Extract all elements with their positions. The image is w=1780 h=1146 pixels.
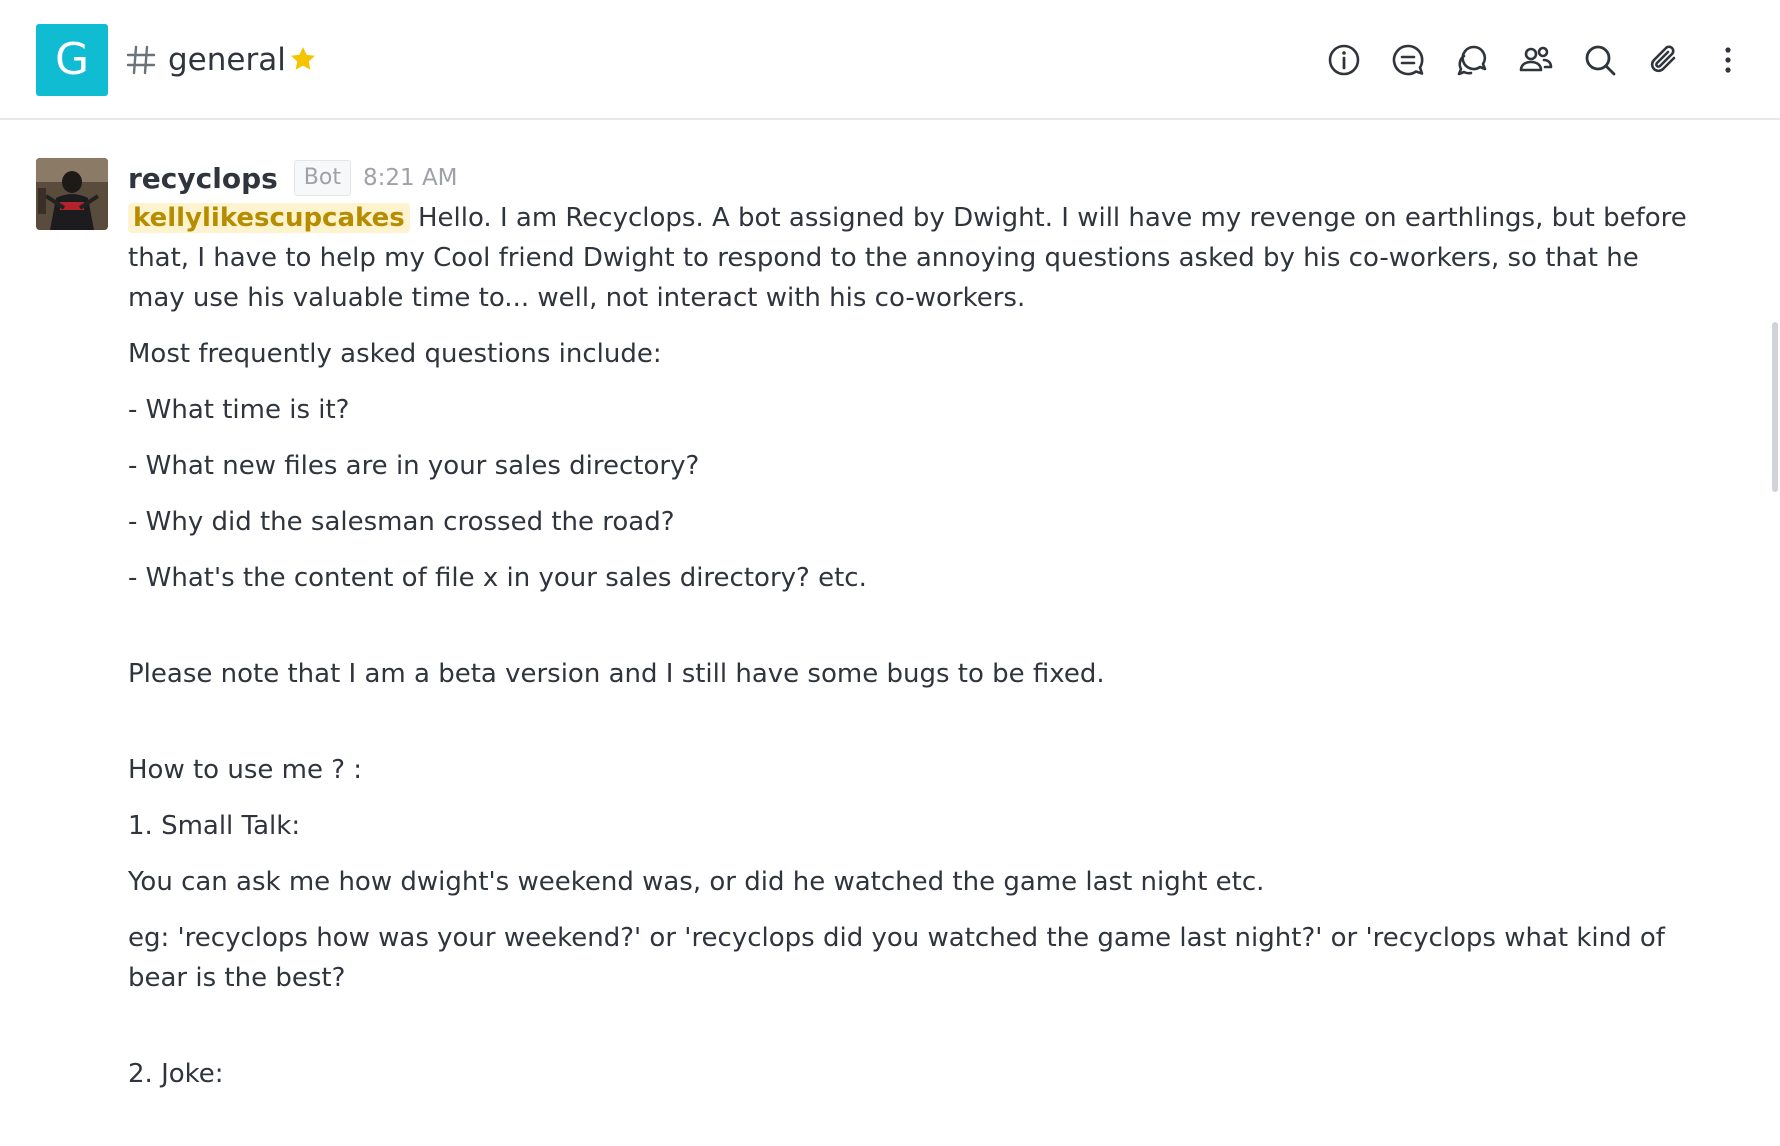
channel-hash-icon: [126, 45, 156, 75]
kebab-menu-icon: [1725, 47, 1731, 73]
avatar-image: [36, 158, 108, 230]
members-button[interactable]: [1516, 40, 1556, 80]
username[interactable]: recyclops: [128, 162, 278, 195]
faq-item: - Why did the salesman crossed the road?: [128, 507, 675, 537]
favorite-star-icon[interactable]: [288, 44, 318, 74]
joke-title: 2. Joke:: [128, 1059, 224, 1089]
small-talk-title: 1. Small Talk:: [128, 811, 301, 841]
message-header: recyclops Bot 8:21 AM: [128, 158, 1688, 198]
bot-badge: Bot: [293, 160, 351, 196]
message-list[interactable]: recyclops Bot 8:21 AM kellylikescupcakes…: [0, 122, 1780, 1146]
files-button[interactable]: [1644, 40, 1684, 80]
user-avatar[interactable]: [36, 158, 108, 230]
faq-title: Most frequently asked questions include:: [128, 339, 662, 369]
usage-title: How to use me ? :: [128, 755, 363, 785]
room-avatar[interactable]: G: [36, 24, 108, 96]
faq-item: - What new files are in your sales direc…: [128, 451, 700, 481]
room-info-button[interactable]: [1324, 40, 1364, 80]
members-icon: [1519, 46, 1553, 72]
message-text: kellylikescupcakes Hello. I am Recyclops…: [128, 198, 1688, 1094]
faq-item: - What time is it?: [128, 395, 350, 425]
room-info-icon: [1328, 44, 1360, 76]
room-name[interactable]: general: [168, 36, 286, 84]
search-button[interactable]: [1580, 40, 1620, 80]
search-icon: [1585, 45, 1616, 76]
beta-note: Please note that I am a beta version and…: [128, 659, 1105, 689]
faq-item: - What's the content of file x in your s…: [128, 563, 867, 593]
threads-button[interactable]: [1452, 40, 1492, 80]
room-header: G general: [0, 0, 1780, 120]
files-icon: [1650, 45, 1676, 73]
discussion-icon: [1392, 44, 1424, 76]
scrollbar-thumb[interactable]: [1772, 322, 1778, 492]
kebab-menu-button[interactable]: [1708, 40, 1748, 80]
discussion-button[interactable]: [1388, 40, 1428, 80]
small-talk-description: You can ask me how dwight's weekend was,…: [128, 867, 1265, 897]
message-time[interactable]: 8:21 AM: [363, 165, 458, 191]
threads-icon: [1457, 45, 1487, 76]
message-body: recyclops Bot 8:21 AM kellylikescupcakes…: [128, 158, 1688, 1110]
small-talk-example: eg: 'recyclops how was your weekend?' or…: [128, 923, 1665, 993]
user-mention[interactable]: kellylikescupcakes: [128, 203, 410, 233]
